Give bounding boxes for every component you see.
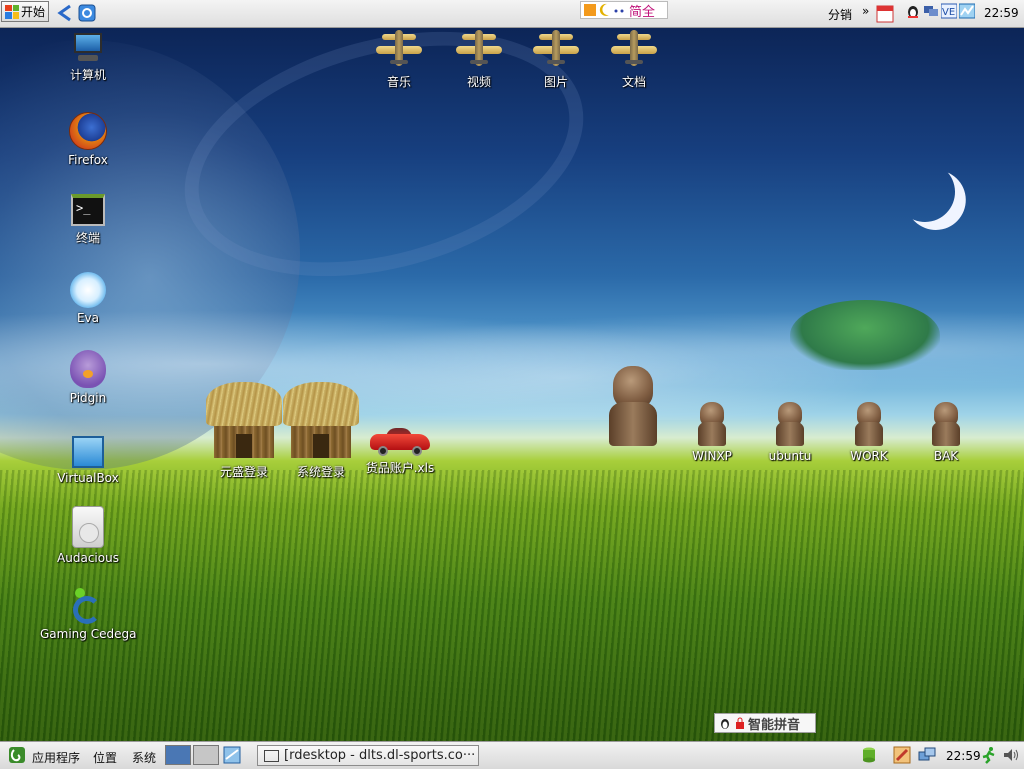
wallpaper-moon <box>890 157 960 227</box>
top-panel: 开始 简全 分销 » VE 22:59 <box>0 0 1024 28</box>
bottom-panel: 应用程序 位置 系统 [rdesktop - dlts.dl-sports.co… <box>0 741 1024 769</box>
svg-text:VE: VE <box>942 7 955 18</box>
foot-menu-icon[interactable] <box>8 746 26 764</box>
desktop-icon-bak[interactable]: BAK <box>898 402 994 463</box>
qq-penguin-icon[interactable] <box>905 3 921 19</box>
statue-icon <box>775 402 805 446</box>
wallpaper-grass <box>0 470 1024 768</box>
hut-icon <box>283 382 359 460</box>
desktop-icon-label: Firefox <box>68 153 108 167</box>
plane-folder-icon <box>533 30 579 70</box>
system-tray-top: VE <box>905 3 975 19</box>
plane-folder-icon <box>456 30 502 70</box>
workspace-1[interactable] <box>165 745 191 765</box>
system-menu[interactable]: 系统 <box>132 749 156 766</box>
desktop-icon-xls-file[interactable]: 货品账户.xls <box>352 424 448 476</box>
desktop-icon-label: 文档 <box>621 75 646 89</box>
clock-bottom[interactable]: 22:59 <box>946 749 981 763</box>
windows-flag-icon <box>5 4 19 19</box>
wallpaper-floating-island <box>790 300 940 370</box>
desktop-icon-label: VirtualBox <box>57 471 119 485</box>
ve-icon[interactable]: VE <box>941 3 957 19</box>
red-car-icon <box>370 424 430 456</box>
workspace-2[interactable] <box>193 745 219 765</box>
window-icon <box>264 749 279 762</box>
desktop-wallpaper <box>0 0 1024 768</box>
cedega-icon <box>71 588 105 624</box>
terminal-icon: >_ <box>71 194 105 226</box>
desktop-icon-cedega[interactable]: Gaming Cedega <box>40 588 136 641</box>
taskbar-window-rdesktop[interactable]: [rdesktop - dlts.dl-sports.co··· <box>257 745 479 766</box>
desktop-icon-firefox[interactable]: Firefox <box>40 112 136 167</box>
plane-folder-icon <box>376 30 422 70</box>
desktop-icon-eva[interactable]: Eva <box>40 272 136 325</box>
plane-folder-icon <box>611 30 657 70</box>
ime-name-label: 智能拼音 <box>748 717 801 733</box>
ime-floating-bar[interactable]: 智能拼音 <box>714 713 816 733</box>
desktop-icon-label: 计算机 <box>69 68 106 82</box>
desktop-icon-label: Gaming Cedega <box>40 627 137 641</box>
chart-monitor-icon[interactable] <box>959 3 975 19</box>
desktop-icon-computer[interactable]: 计算机 <box>40 33 136 83</box>
desktop-icon-label: 货品账户.xls <box>365 461 435 475</box>
statue-icon <box>931 402 961 446</box>
start-button[interactable]: 开始 <box>1 1 49 22</box>
punctuation-icon[interactable] <box>613 3 625 17</box>
desktop-icon-pidgin[interactable]: Pidgin <box>40 350 136 405</box>
clock-top[interactable]: 22:59 <box>984 6 1019 20</box>
firefox-icon <box>69 112 107 150</box>
statue-icon <box>697 402 727 446</box>
virtualbox-icon <box>72 436 104 468</box>
eva-icon <box>70 272 106 308</box>
desktop-icon-terminal[interactable]: >_ 终端 <box>40 194 136 246</box>
chevron-right-icon[interactable]: » <box>862 4 869 18</box>
desktop-icon-virtualbox[interactable]: VirtualBox <box>40 436 136 485</box>
database-icon[interactable] <box>860 746 878 764</box>
taskbar-window-title: [rdesktop - dlts.dl-sports.co··· <box>284 748 476 763</box>
audacious-icon <box>72 506 104 548</box>
desktop-icon-label: Eva <box>76 311 100 325</box>
desktop-icon-audacious[interactable]: Audacious <box>40 506 136 565</box>
hut-icon <box>206 382 282 460</box>
applications-menu[interactable]: 应用程序 <box>32 749 80 766</box>
pidgin-icon <box>70 350 106 388</box>
calendar-icon[interactable] <box>876 5 894 23</box>
tools-icon[interactable] <box>893 746 911 764</box>
places-menu[interactable]: 位置 <box>93 749 117 766</box>
computer-icon <box>72 33 104 63</box>
desktop-icon-label: 终端 <box>75 231 100 245</box>
ime-mode-label: 简全 <box>629 4 656 20</box>
start-label: 开始 <box>21 5 46 19</box>
statue-icon <box>854 402 884 446</box>
lock-icon <box>736 717 744 729</box>
desktop-icon-label: Pidgin <box>69 391 107 405</box>
large-statue-icon[interactable] <box>607 366 659 446</box>
browser-quick-icon[interactable] <box>78 4 96 22</box>
desktop-icon-documents[interactable]: 文档 <box>586 30 682 90</box>
show-desktop-icon[interactable] <box>56 4 74 22</box>
ime-status-bar[interactable]: 简全 <box>580 1 668 20</box>
network-monitor-icon[interactable] <box>923 3 939 19</box>
volume-icon[interactable] <box>1002 746 1020 764</box>
moon-icon[interactable] <box>599 3 611 17</box>
network-computers-icon[interactable] <box>918 746 936 764</box>
desktop-icon-label: BAK <box>933 449 959 463</box>
tray-label[interactable]: 分销 <box>828 6 852 23</box>
running-man-icon[interactable] <box>980 746 998 764</box>
workspace-switcher-icon[interactable] <box>223 746 241 764</box>
desktop-icon-label: Audacious <box>57 551 119 565</box>
ime-logo-icon <box>584 4 596 16</box>
penguin-icon <box>721 719 729 729</box>
